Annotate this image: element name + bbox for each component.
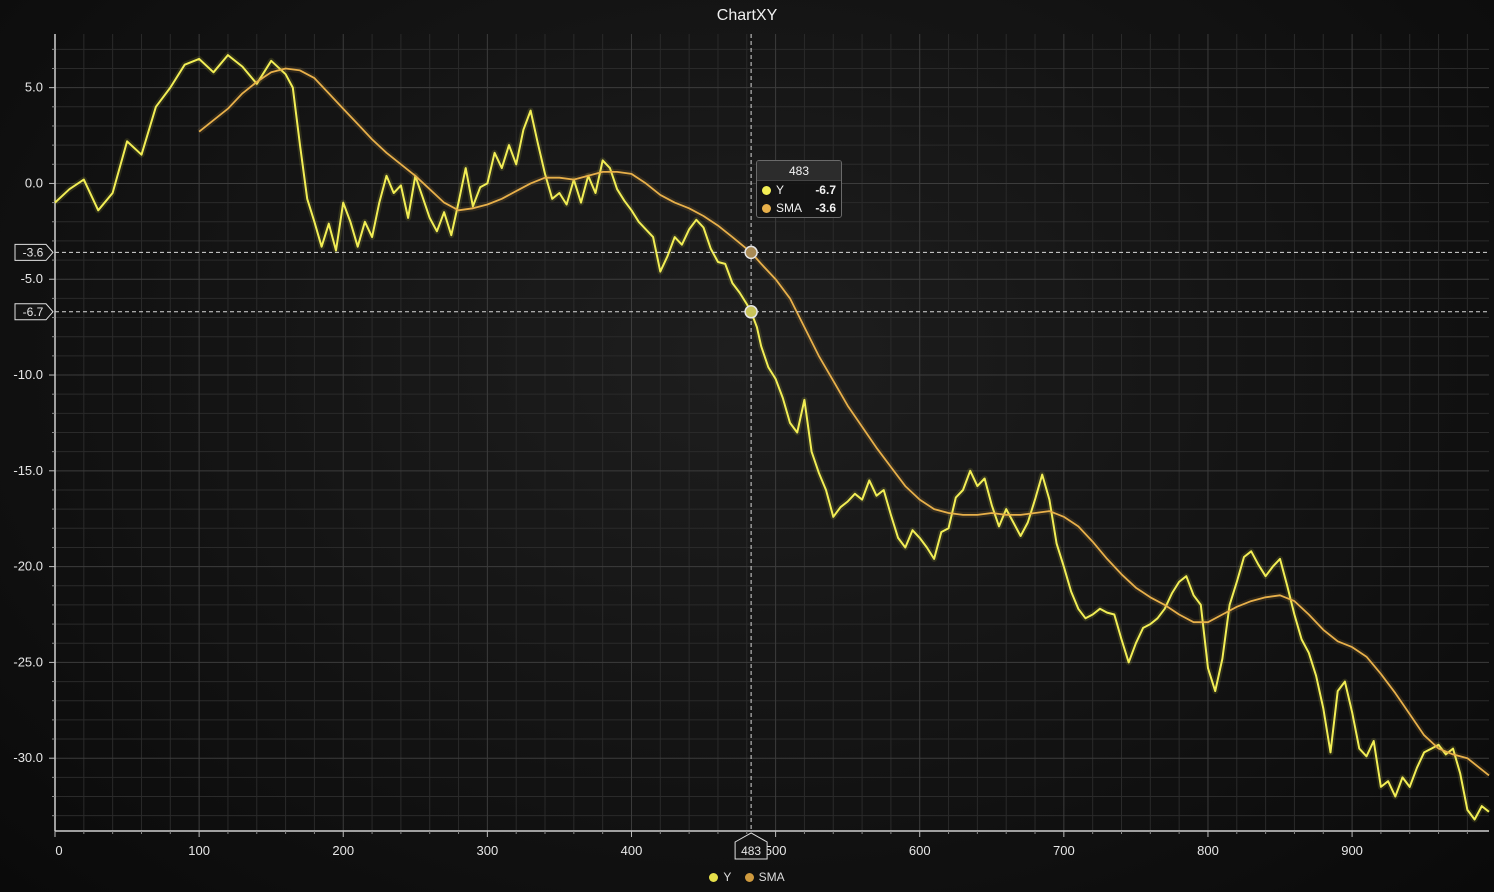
legend-dot-y [709,872,719,882]
cursor-marker [744,245,758,260]
legend-dot-sma [744,872,754,882]
y-tick-label: -25.0 [13,654,43,669]
tooltip-header: 483 [757,161,841,181]
y-tick-label: -20.0 [13,559,43,574]
y-tick-label: 5.0 [25,80,43,95]
tooltip-row-sma: SMA -3.6 [757,199,841,217]
x-tick-label: 500 [765,843,787,858]
cursor-layer: -3.6 -6.7 483 [14,34,1489,860]
x-tick-label: 700 [1053,843,1075,858]
legend-label-y: Y [723,870,732,884]
cursor-tooltip: 483 Y -6.7 SMA -3.6 [756,160,842,218]
cursor-x-label: 483 [741,844,761,858]
x-tick-label: 200 [332,843,354,858]
series-line-sma [198,67,1490,777]
y-tick-label: 0.0 [25,175,43,190]
x-tick-label: 600 [909,843,931,858]
y-tick-label: -5.0 [21,271,43,286]
cursor-y-label: -6.7 [23,305,44,319]
cursor-y-label: -3.6 [23,245,44,259]
y-tick-label: -10.0 [13,367,43,382]
x-tick-label: 100 [188,843,210,858]
legend-item-y[interactable]: Y [709,870,731,884]
tooltip-value-sma: -3.6 [815,201,836,215]
grid-minor [55,34,1489,831]
tooltip-value-y: -6.7 [815,183,836,197]
x-tick-label: 900 [1341,843,1363,858]
y-axis-ticks: 5.0 0.0 -5.0 -10.0 -15.0 -20.0 -25.0 -30.0 [13,48,55,817]
cursor-marker [744,305,758,319]
tooltip-dot-y [762,185,771,195]
tooltip-row-y: Y -6.7 [757,181,841,199]
x-tick-label: 400 [621,843,643,858]
tooltip-dot-sma [762,203,771,213]
series-glow-sma [197,65,1491,778]
chart-area[interactable]: 0 100 200 300 400 500 600 700 800 900 5.00.0-5.0-… [0,0,1494,892]
legend-item-sma[interactable]: SMA [744,870,785,884]
y-tick-label: -30.0 [13,750,43,765]
legend-label-sma: SMA [758,870,785,884]
tooltip-name-sma: SMA [776,201,803,215]
tooltip-name-y: Y [776,183,785,197]
y-tick-label: -15.0 [13,463,43,478]
x-tick-label: 800 [1197,843,1219,858]
chart-legend: Y SMA [0,870,1494,885]
x-tick-label: 300 [477,843,499,858]
x-tick-label: 0 [55,843,62,858]
